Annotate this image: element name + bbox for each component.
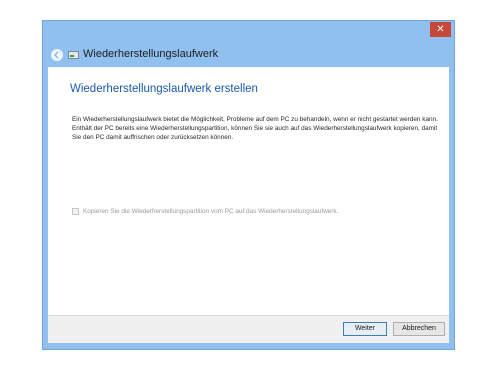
window-title: Wiederherstellungslaufwerk <box>83 48 219 60</box>
button-bar: Weiter Abbrechen <box>48 315 449 343</box>
copy-partition-checkbox[interactable] <box>72 208 79 215</box>
next-button[interactable]: Weiter <box>343 322 387 336</box>
back-arrow-icon[interactable] <box>51 49 63 61</box>
description-text: Ein Wiederherstellungslaufwerk bietet di… <box>72 116 438 141</box>
close-icon: ✕ <box>436 24 445 35</box>
dialog-window: ✕ Wiederherstellungslaufwerk Wiederherst… <box>42 20 455 350</box>
copy-partition-label: Kopieren Sie die Wiederherstellungsparti… <box>83 208 339 215</box>
title-bar: Wiederherstellungslaufwerk <box>43 45 454 67</box>
content-panel: Wiederherstellungslaufwerk erstellen Ein… <box>48 67 449 343</box>
close-button[interactable]: ✕ <box>430 22 451 37</box>
cancel-button[interactable]: Abbrechen <box>393 322 445 336</box>
drive-icon <box>68 51 79 59</box>
page-heading: Wiederherstellungslaufwerk erstellen <box>70 83 258 95</box>
